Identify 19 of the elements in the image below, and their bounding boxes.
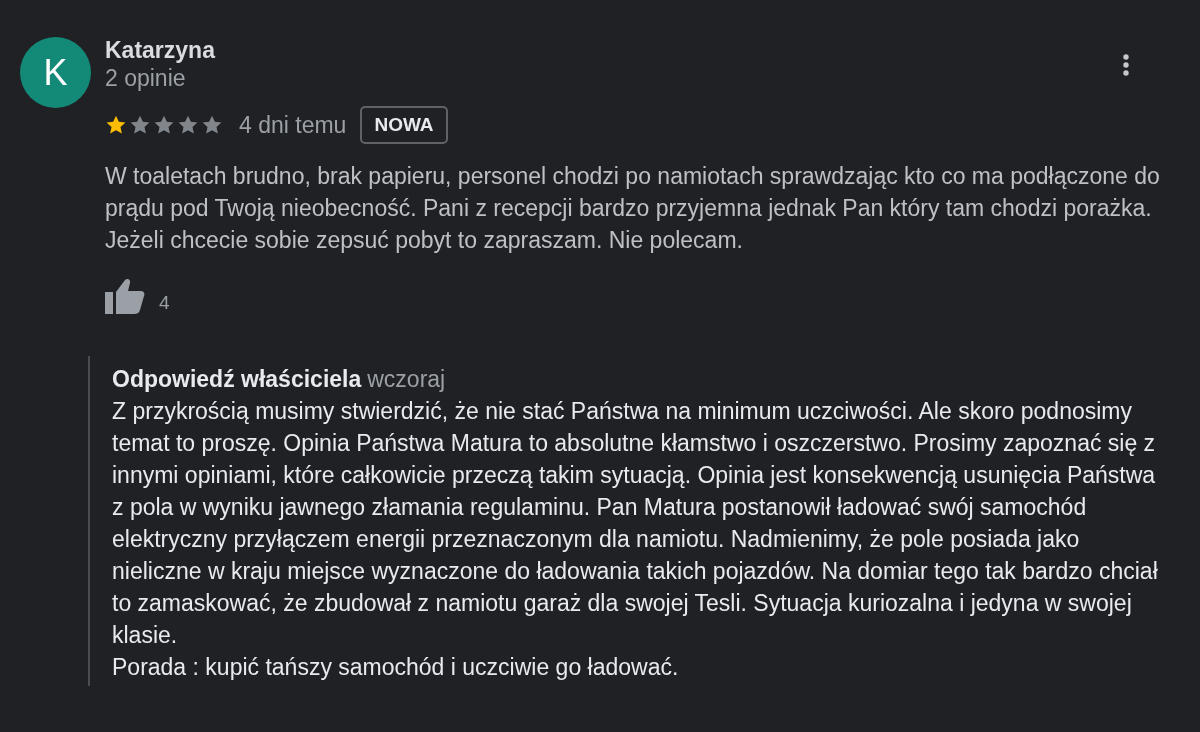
like-button[interactable]: 4 bbox=[105, 278, 170, 314]
like-count: 4 bbox=[159, 292, 170, 314]
star-icon bbox=[129, 114, 151, 136]
owner-reply-label: Odpowiedź właściciela bbox=[112, 365, 362, 394]
reviewer-name[interactable]: Katarzyna bbox=[105, 36, 215, 64]
star-icon bbox=[153, 114, 175, 136]
reply-text: Z przykrością musimy stwierdzić, że nie stać Państwa na minimum uczciwości. Ale skoro podnosimy temat to proszę. Opinia Państwa Matura to absolutne kłamstwo i oszczerstwo. Prosimy zapoznać się z innymi opiniami, które całkowicie przeczą takim sytuacją. Opinia jest konsekwencją usunięcia Państwa z pola w wyniku jawnego złamania regulaminu. Pan Matura postanowił ładować swój samochód elektryczny przyłączem energii przeznaczonym dla namiotu. Nadmienimy, że pole posiada jako nieliczne w kraju miejsce wyznaczone do ładowania takich pojazdów. Na domiar tego tak bardzo chciał to zamaskować, że zbudował z namiotu garaż dla swojej Tesli. Sytuacja kuriozalna i jedyna w swojej klasie. bbox=[112, 397, 1159, 650]
reply-text: Porada : kupić tańszy samochód i uczciwie go ładować. bbox=[112, 653, 680, 682]
review-text: W toaletach brudno, brak papieru, personel chodzi po namiotach sprawdzając kto co ma podłączone do prądu pod Twoją nieobecność. Pani z recepcji bardzo przyjemna jednak Pan który tam chodzi porażka. Jeżeli chcecie sobie zepsuć pobyt to zapraszam. Nie polecam. bbox=[105, 162, 1161, 255]
review-count: 2 opinie bbox=[105, 64, 187, 92]
reply-date: wczoraj bbox=[367, 365, 446, 394]
new-label: NOWA bbox=[360, 106, 448, 144]
star-icon bbox=[105, 114, 127, 136]
more-vertical-icon bbox=[1123, 54, 1129, 76]
star-icon bbox=[201, 114, 223, 136]
star-icon bbox=[177, 114, 199, 136]
thumbs-up-icon bbox=[105, 278, 145, 314]
avatar: K bbox=[20, 37, 91, 108]
review-date: 4 dni temu bbox=[239, 111, 347, 139]
